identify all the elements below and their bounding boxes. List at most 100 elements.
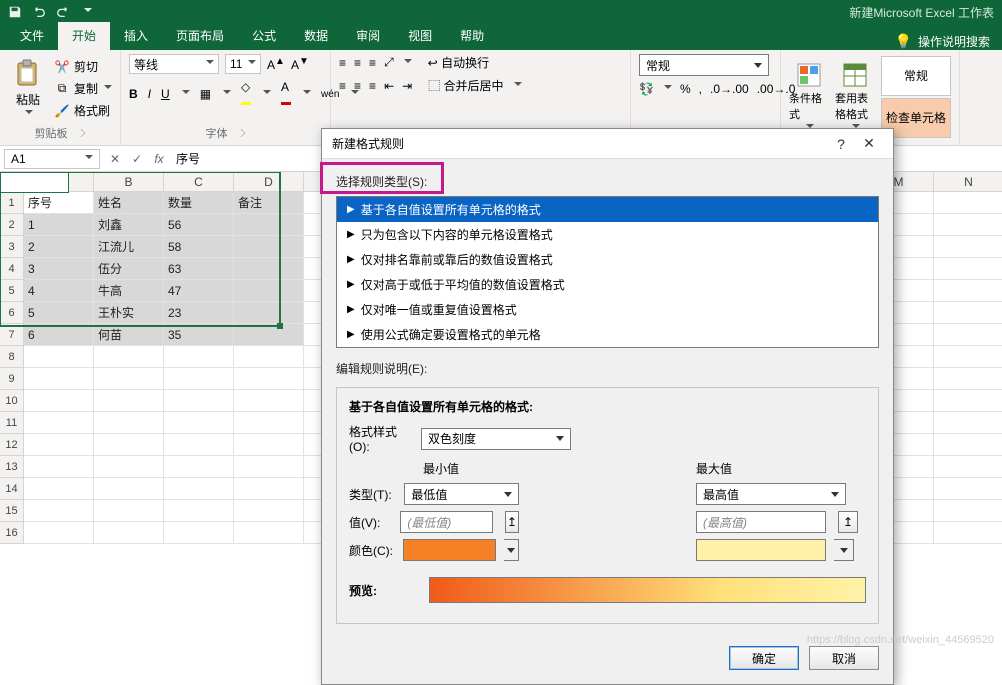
row-head-7[interactable]: 7 (0, 324, 24, 346)
tab-review[interactable]: 审阅 (342, 22, 394, 50)
fb-enter-icon[interactable]: ✓ (126, 149, 148, 169)
format-as-table-button[interactable]: 套用表格格式 (835, 54, 875, 139)
cell[interactable] (234, 346, 304, 368)
cell[interactable]: 王朴实 (94, 302, 164, 324)
cell[interactable] (164, 522, 234, 544)
align-left-icon[interactable]: ≡ (339, 79, 346, 93)
rule-type-item[interactable]: ▶仅对排名靠前或靠后的数值设置格式 (337, 247, 878, 272)
tab-file[interactable]: 文件 (6, 22, 58, 50)
align-right-icon[interactable]: ≡ (369, 79, 376, 93)
percent-format-icon[interactable]: % (680, 82, 691, 96)
cell[interactable] (164, 368, 234, 390)
cell[interactable] (934, 346, 1002, 368)
row-head-16[interactable]: 16 (0, 522, 24, 544)
cell[interactable] (934, 258, 1002, 280)
cell[interactable] (934, 478, 1002, 500)
row-head-11[interactable]: 11 (0, 412, 24, 434)
type-min-combo[interactable]: 最低值 (404, 483, 519, 505)
row-head-8[interactable]: 8 (0, 346, 24, 368)
cell[interactable] (934, 302, 1002, 324)
cell[interactable] (234, 522, 304, 544)
value-max-picker-icon[interactable]: ↥ (838, 511, 858, 533)
cell[interactable] (164, 456, 234, 478)
cell-style-normal[interactable]: 常规 (881, 56, 951, 96)
increase-font-icon[interactable]: A▲ (267, 56, 285, 72)
cell[interactable] (934, 280, 1002, 302)
cell[interactable] (934, 522, 1002, 544)
cell[interactable]: 序号 (24, 192, 94, 214)
color-min-dd-icon[interactable] (504, 539, 519, 561)
cell[interactable] (234, 214, 304, 236)
cell[interactable] (94, 368, 164, 390)
cell[interactable]: 56 (164, 214, 234, 236)
cell[interactable] (934, 390, 1002, 412)
cell[interactable] (164, 434, 234, 456)
tab-help[interactable]: 帮助 (446, 22, 498, 50)
tab-home[interactable]: 开始 (58, 22, 110, 50)
cell[interactable] (94, 390, 164, 412)
rule-type-item[interactable]: ▶仅对高于或低于平均值的数值设置格式 (337, 272, 878, 297)
cell[interactable] (934, 236, 1002, 258)
selection-handle[interactable] (277, 323, 283, 329)
redo-icon[interactable] (56, 5, 70, 19)
increase-indent-icon[interactable]: ⇥ (402, 79, 412, 93)
border-button[interactable]: ▦ (200, 87, 211, 101)
copy-button[interactable]: ⧉复制 (54, 79, 112, 99)
value-min-input[interactable]: (最低值) (400, 511, 493, 533)
fx-icon[interactable]: fx (148, 149, 170, 169)
cell[interactable] (24, 368, 94, 390)
cell[interactable] (234, 280, 304, 302)
cell[interactable] (24, 478, 94, 500)
cell[interactable] (94, 500, 164, 522)
format-style-combo[interactable]: 双色刻度 (421, 428, 571, 450)
cell[interactable] (234, 368, 304, 390)
cell[interactable] (234, 500, 304, 522)
cell[interactable] (94, 346, 164, 368)
tab-formulas[interactable]: 公式 (238, 22, 290, 50)
tab-page-layout[interactable]: 页面布局 (162, 22, 238, 50)
cell[interactable]: 数量 (164, 192, 234, 214)
cell[interactable]: 江流儿 (94, 236, 164, 258)
cut-button[interactable]: ✂️剪切 (54, 57, 112, 77)
cell[interactable] (24, 456, 94, 478)
save-icon[interactable] (8, 5, 22, 19)
align-middle-icon[interactable]: ≡ (354, 56, 361, 70)
qat-customize-icon[interactable] (80, 5, 94, 19)
name-box[interactable]: A1 (4, 149, 100, 169)
rule-type-item[interactable]: ▶仅对唯一值或重复值设置格式 (337, 297, 878, 322)
rule-type-item[interactable]: ▶使用公式确定要设置格式的单元格 (337, 322, 878, 347)
color-min-swatch[interactable] (403, 539, 497, 561)
col-head-C[interactable]: C (164, 172, 234, 192)
cell[interactable]: 58 (164, 236, 234, 258)
rule-type-item[interactable]: ▶基于各自值设置所有单元格的格式 (337, 197, 878, 222)
cell[interactable] (164, 412, 234, 434)
wrap-text-button[interactable]: ↩ 自动换行 (428, 54, 489, 71)
value-min-picker-icon[interactable]: ↥ (505, 511, 519, 533)
merge-center-button[interactable]: ⬚ 合并后居中 (428, 77, 503, 94)
cell[interactable]: 备注 (234, 192, 304, 214)
cell[interactable] (934, 214, 1002, 236)
font-launcher-icon[interactable] (236, 129, 244, 137)
cell[interactable]: 1 (24, 214, 94, 236)
tell-me-label[interactable]: 操作说明搜索 (918, 33, 990, 50)
cell[interactable] (164, 346, 234, 368)
italic-button[interactable]: I (148, 87, 151, 101)
orientation-icon[interactable]: ⤢ (384, 55, 394, 70)
cell[interactable] (934, 500, 1002, 522)
cell[interactable] (234, 412, 304, 434)
cell[interactable] (234, 390, 304, 412)
cell[interactable] (24, 346, 94, 368)
cell[interactable] (94, 412, 164, 434)
type-max-combo[interactable]: 最高值 (696, 483, 846, 505)
col-head-B[interactable]: B (94, 172, 164, 192)
cell[interactable] (934, 192, 1002, 214)
row-head-5[interactable]: 5 (0, 280, 24, 302)
cell[interactable]: 伍分 (94, 258, 164, 280)
cell[interactable] (234, 456, 304, 478)
increase-decimal-icon[interactable]: .0→.00 (710, 82, 749, 96)
cell[interactable] (164, 500, 234, 522)
align-top-icon[interactable]: ≡ (339, 56, 346, 70)
cell[interactable] (164, 478, 234, 500)
cell[interactable]: 23 (164, 302, 234, 324)
clipboard-launcher-icon[interactable] (76, 129, 84, 137)
